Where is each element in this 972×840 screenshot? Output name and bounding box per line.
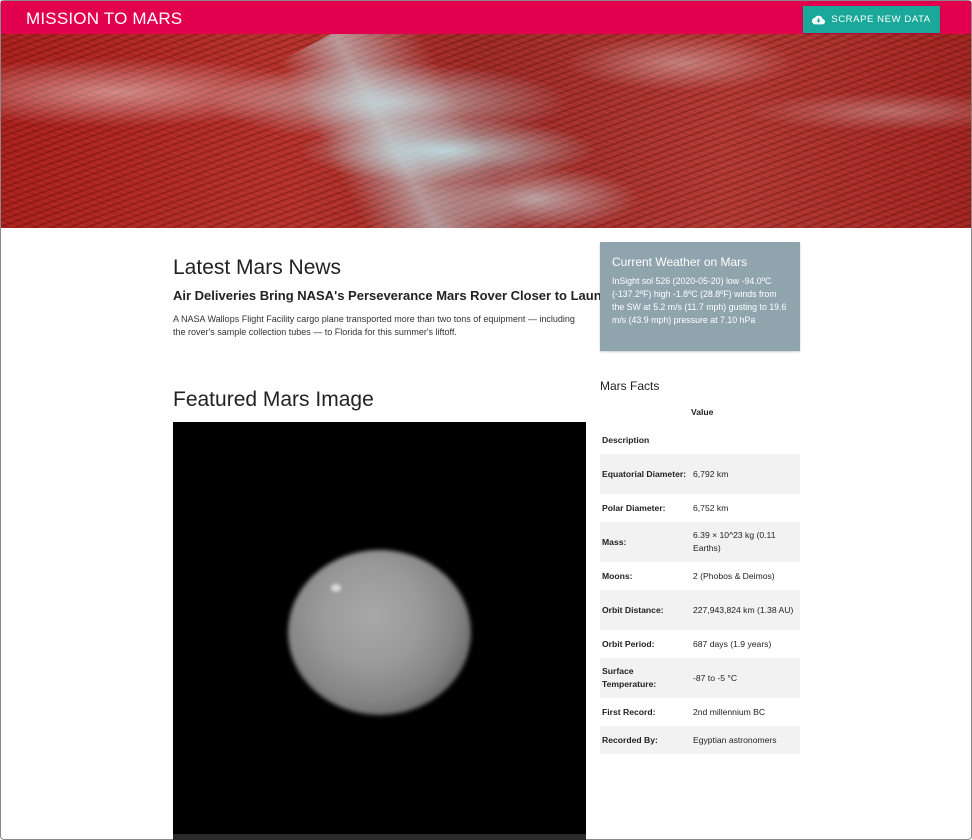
fact-label: First Record: <box>602 706 656 717</box>
brand-title[interactable]: MISSION TO MARS <box>26 9 182 29</box>
news-headline: Air Deliveries Bring NASA's Perseverance… <box>173 288 617 303</box>
planet-bright-spot <box>331 584 341 592</box>
fact-label: Orbit Period: <box>602 638 655 649</box>
fact-value: 2 (Phobos & Deimos) <box>693 570 775 581</box>
facts-value-header: Value <box>691 407 714 417</box>
table-row: Polar Diameter: 6,752 km <box>600 494 800 522</box>
scrape-new-data-button[interactable]: SCRAPE NEW DATA <box>803 6 940 33</box>
hero-streak <box>278 34 524 228</box>
hero-mars-banner <box>1 34 971 228</box>
featured-mars-image[interactable] <box>173 422 586 840</box>
weather-text: InSight sol 526 (2020-05-20) low -94.0ºC… <box>612 276 787 325</box>
table-row: Equatorial Diameter: 6,792 km <box>600 454 800 494</box>
weather-card: Current Weather on Mars InSight sol 526 … <box>600 242 800 351</box>
fact-label: Equatorial Diameter: <box>602 468 687 479</box>
fact-label: Orbit Distance: <box>602 604 664 615</box>
fact-label: Surface Temperature: <box>602 666 657 689</box>
fact-value: 227,943,824 km (1.38 AU) <box>693 604 794 615</box>
table-row: First Record: 2nd millennium BC <box>600 698 800 726</box>
featured-image-title: Featured Mars Image <box>173 388 374 411</box>
cloud-download-icon <box>812 15 826 24</box>
fact-value: 2nd millennium BC <box>693 706 766 717</box>
facts-description-empty <box>689 426 800 454</box>
facts-title: Mars Facts <box>600 379 660 393</box>
fact-value: -87 to -5 °C <box>693 672 738 683</box>
fact-value: Egyptian astronomers <box>693 734 777 745</box>
table-row: Moons: 2 (Phobos & Deimos) <box>600 562 800 590</box>
table-row: Orbit Period: 687 days (1.9 years) <box>600 630 800 658</box>
fact-value: 6.39 × 10^23 kg (0.11 Earths) <box>693 530 776 553</box>
fact-label: Polar Diameter: <box>602 502 666 513</box>
facts-empty-header <box>600 398 689 426</box>
table-row: Surface Temperature: -87 to -5 °C <box>600 658 800 698</box>
news-teaser: A NASA Wallops Flight Facility cargo pla… <box>173 314 575 337</box>
image-bottom-edge <box>173 834 586 840</box>
mars-facts-table: Value Description Equatorial Diameter: 6… <box>600 398 800 754</box>
fact-value: 6,792 km <box>693 468 729 479</box>
news-section-title: Latest Mars News <box>173 256 342 279</box>
fact-value: 6,752 km <box>693 502 729 513</box>
fact-label: Recorded By: <box>602 734 658 745</box>
fact-value: 687 days (1.9 years) <box>693 638 772 649</box>
table-row: Orbit Distance: 227,943,824 km (1.38 AU) <box>600 590 800 630</box>
table-row: Mass: 6.39 × 10^23 kg (0.11 Earths) <box>600 522 800 562</box>
table-row: Recorded By: Egyptian astronomers <box>600 726 800 754</box>
planet-body <box>288 550 471 715</box>
navbar: MISSION TO MARS SCRAPE NEW DATA <box>1 1 971 34</box>
facts-description-header: Description <box>602 435 650 445</box>
weather-title: Current Weather on Mars <box>612 255 748 269</box>
fact-label: Moons: <box>602 570 633 581</box>
fact-label: Mass: <box>602 536 627 547</box>
scrape-button-label: SCRAPE NEW DATA <box>831 14 931 25</box>
